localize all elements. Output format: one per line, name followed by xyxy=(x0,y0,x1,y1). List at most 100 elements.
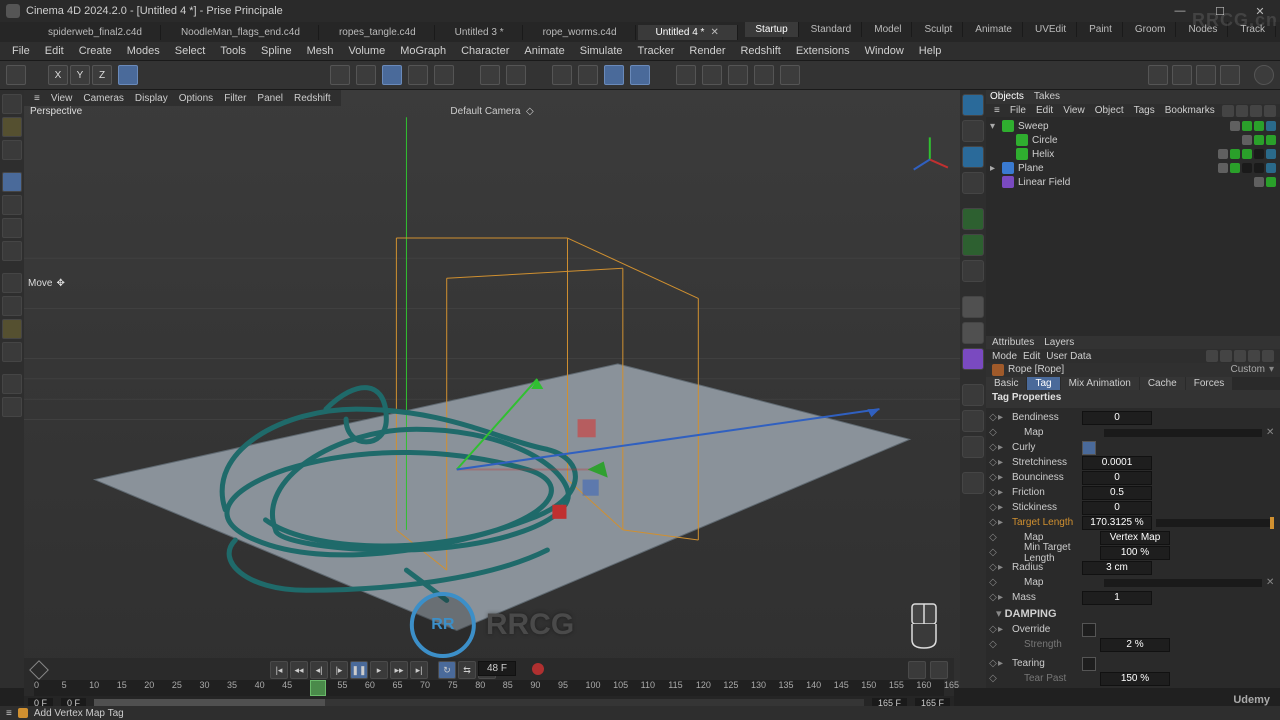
render-d[interactable] xyxy=(1220,65,1240,85)
generator-a-icon[interactable] xyxy=(962,208,984,230)
property-value[interactable]: 150 % xyxy=(1100,672,1170,686)
property-value[interactable]: 0 xyxy=(1082,471,1152,485)
nav-up-icon[interactable] xyxy=(1234,350,1246,362)
property-checkbox[interactable] xyxy=(1082,657,1096,671)
objects-menu-item[interactable]: Object xyxy=(1091,105,1128,116)
property-map-slot[interactable] xyxy=(1104,429,1262,437)
primitive-box-icon[interactable] xyxy=(962,120,984,142)
live-select-tool[interactable] xyxy=(2,117,22,137)
objects-toolbar-icon[interactable] xyxy=(1250,105,1262,117)
objects-toolbar-icon[interactable] xyxy=(1236,105,1248,117)
menu-item[interactable]: Redshift xyxy=(734,44,786,58)
menu-item[interactable]: MoGraph xyxy=(394,44,452,58)
next-key-button[interactable]: ▸▸ xyxy=(390,661,408,679)
property-value[interactable]: Vertex Map xyxy=(1100,531,1170,545)
menu-item[interactable]: Extensions xyxy=(790,44,856,58)
pause-button[interactable]: ❚❚ xyxy=(350,661,368,679)
object-row[interactable]: Helix xyxy=(990,147,1276,161)
timeline-ruler[interactable]: 0510152025303540455055606570758085909510… xyxy=(34,680,944,696)
undo-button[interactable] xyxy=(6,65,26,85)
attr-subtab[interactable]: Mix Animation xyxy=(1061,377,1139,390)
loop-button[interactable]: ↻ xyxy=(438,661,456,679)
text-icon[interactable] xyxy=(962,172,984,194)
layout-tab[interactable]: Startup xyxy=(745,22,798,37)
attr-subtabs[interactable]: BasicTagMix AnimationCacheForces xyxy=(986,377,1280,391)
render-a[interactable] xyxy=(1148,65,1168,85)
objects-menu-item[interactable]: View xyxy=(1059,105,1089,116)
layout-tab[interactable]: Paint xyxy=(1079,22,1123,37)
light-icon[interactable] xyxy=(962,410,984,432)
property-checkbox[interactable] xyxy=(1082,441,1096,455)
nav-fwd-icon[interactable] xyxy=(1220,350,1232,362)
menu-item[interactable]: File xyxy=(6,44,36,58)
brush-d[interactable] xyxy=(2,342,22,362)
asset-browser-button[interactable] xyxy=(1254,65,1274,85)
tool-g[interactable] xyxy=(506,65,526,85)
property-value[interactable]: 100 % xyxy=(1100,546,1170,560)
file-tab[interactable]: Untitled 3 * xyxy=(437,25,523,40)
tool-f[interactable] xyxy=(480,65,500,85)
menu-item[interactable]: Character xyxy=(455,44,515,58)
search-icon[interactable] xyxy=(2,94,22,114)
snap-d[interactable] xyxy=(630,65,650,85)
misc-a[interactable] xyxy=(676,65,696,85)
axis-lock-button[interactable] xyxy=(118,65,138,85)
object-tree[interactable]: ▾SweepCircleHelix▸PlaneLinear Field xyxy=(986,117,1280,335)
layout-tab[interactable]: Groom xyxy=(1125,22,1177,37)
attr-subtab[interactable]: Tag xyxy=(1027,377,1059,390)
menu-item[interactable]: Tracker xyxy=(632,44,681,58)
brush-b[interactable] xyxy=(2,296,22,316)
property-map-slot[interactable] xyxy=(1104,579,1262,587)
menu-item[interactable]: Window xyxy=(859,44,910,58)
brush-c[interactable] xyxy=(2,319,22,339)
tl-opt-b[interactable] xyxy=(930,661,948,679)
objects-toolbar-icon[interactable] xyxy=(1222,105,1234,117)
field-icon[interactable] xyxy=(962,348,984,370)
file-tab[interactable]: rope_worms.c4d xyxy=(525,25,636,40)
clear-icon[interactable]: ✕ xyxy=(1266,577,1278,588)
gear-icon[interactable] xyxy=(962,260,984,282)
step-back-button[interactable]: ◂| xyxy=(310,661,328,679)
pin-icon[interactable] xyxy=(1262,350,1274,362)
objects-menu-item[interactable]: File xyxy=(1006,105,1030,116)
tab-objects[interactable]: Objects xyxy=(990,91,1024,102)
property-value[interactable]: 170.3125 % xyxy=(1082,516,1152,530)
misc-e[interactable] xyxy=(780,65,800,85)
menu-item[interactable]: Spline xyxy=(255,44,298,58)
keyframe-icon[interactable] xyxy=(29,660,49,680)
attr-subtab[interactable]: Cache xyxy=(1140,377,1185,390)
misc-b[interactable] xyxy=(702,65,722,85)
layout-tab[interactable]: Standard xyxy=(801,22,863,37)
edge-mode[interactable] xyxy=(2,195,22,215)
layout-tab[interactable]: Animate xyxy=(965,22,1023,37)
menu-item[interactable]: Simulate xyxy=(574,44,629,58)
camera-icon[interactable] xyxy=(962,384,984,406)
timeline[interactable]: |◂ ◂◂ ◂| |▸ ❚❚ ▸ ▸▸ ▸| ↻ ⇆ 🔊 48 F 051015… xyxy=(24,658,954,696)
property-value[interactable]: 0 xyxy=(1082,501,1152,515)
attr-subtab[interactable]: Forces xyxy=(1186,377,1233,390)
tool-c[interactable] xyxy=(382,65,402,85)
file-tab[interactable]: ropes_tangle.c4d xyxy=(321,25,435,40)
menu-item[interactable]: Render xyxy=(683,44,731,58)
objects-menu-item[interactable]: Tags xyxy=(1130,105,1159,116)
object-row[interactable]: Linear Field xyxy=(990,175,1276,189)
snap-a[interactable] xyxy=(552,65,572,85)
axis-y-button[interactable]: Y xyxy=(70,65,90,85)
go-end-button[interactable]: ▸| xyxy=(410,661,428,679)
objects-panel-menu[interactable]: ≡FileEditViewObjectTagsBookmarks xyxy=(986,104,1280,118)
axis-x-button[interactable]: X xyxy=(48,65,68,85)
attr-panel-tabs[interactable]: Attributes Layers xyxy=(986,336,1280,350)
nav-cube[interactable] xyxy=(902,600,946,652)
play-button[interactable]: ▸ xyxy=(370,661,388,679)
step-fwd-button[interactable]: |▸ xyxy=(330,661,348,679)
objects-panel-tabs[interactable]: Objects Takes xyxy=(986,90,1280,104)
file-tab[interactable]: Untitled 4 *✕ xyxy=(638,25,738,40)
main-menu[interactable]: FileEditCreateModesSelectToolsSplineMesh… xyxy=(0,42,1280,60)
tool-b[interactable] xyxy=(356,65,376,85)
tab-layers[interactable]: Layers xyxy=(1044,337,1074,348)
menu-item[interactable]: Animate xyxy=(518,44,570,58)
object-row[interactable]: ▸Plane xyxy=(990,161,1276,175)
viewport[interactable]: ≡ViewCamerasDisplayOptionsFilterPanelRed… xyxy=(24,90,960,688)
misc-d[interactable] xyxy=(754,65,774,85)
menu-item[interactable]: Create xyxy=(73,44,118,58)
